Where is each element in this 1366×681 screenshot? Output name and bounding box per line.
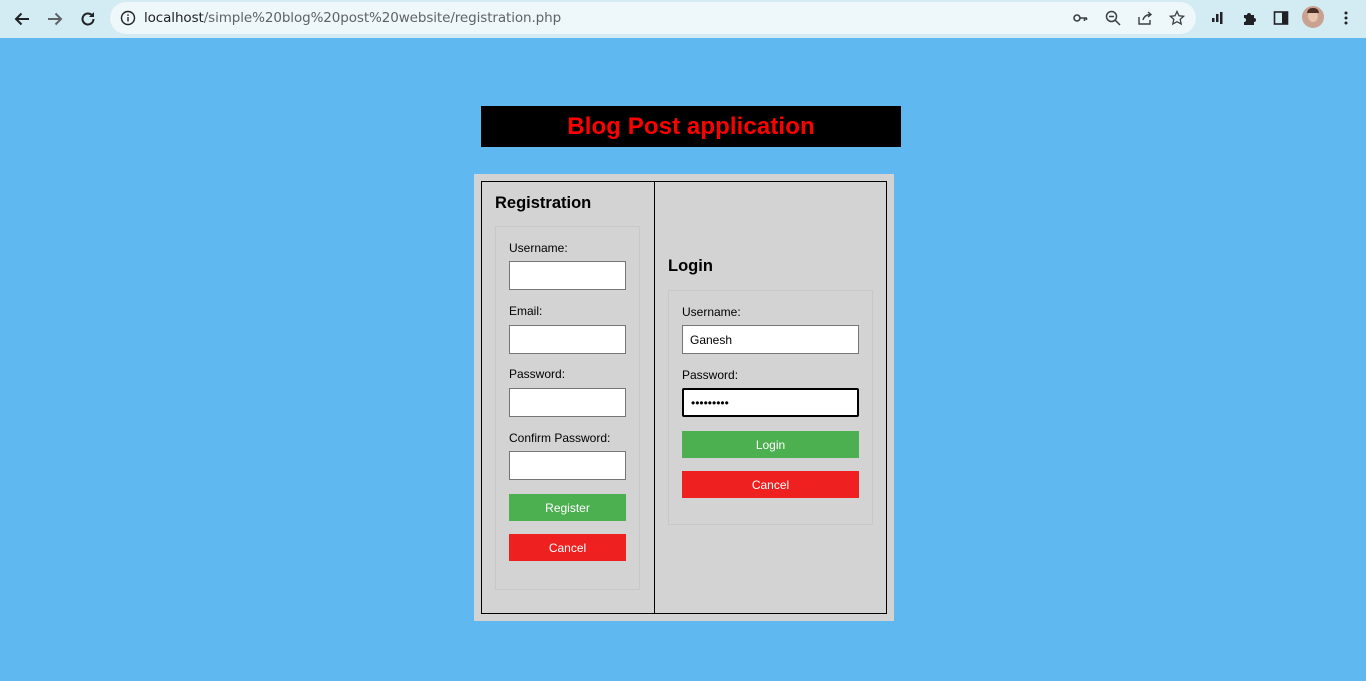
page-banner: Blog Post application <box>481 106 901 147</box>
login-password-label: Password: <box>682 368 739 382</box>
profile-avatar[interactable] <box>1302 6 1324 28</box>
page-title: Blog Post application <box>567 112 815 140</box>
extensions-puzzle-icon[interactable] <box>1238 7 1260 29</box>
reg-username-label: Username: <box>509 241 568 255</box>
column-divider <box>654 182 655 613</box>
side-panel-icon[interactable] <box>1270 7 1292 29</box>
url-text[interactable]: localhost/simple%20blog%20post%20website… <box>144 10 561 26</box>
reg-email-label: Email: <box>509 304 543 318</box>
reg-username-input[interactable] <box>509 261 626 290</box>
share-icon[interactable] <box>1136 9 1154 27</box>
key-icon[interactable] <box>1071 9 1089 27</box>
login-form: Username: Password: Login Cancel <box>668 290 873 525</box>
reg-password-input[interactable] <box>509 388 626 417</box>
url-host: localhost <box>144 10 204 26</box>
analytics-extension-icon[interactable] <box>1206 7 1228 29</box>
reg-password-label: Password: <box>509 367 566 381</box>
forms-container: Registration Username: Email: Password: … <box>474 174 894 621</box>
address-bar[interactable]: localhost/simple%20blog%20post%20website… <box>110 2 1196 34</box>
reg-email-input[interactable] <box>509 325 626 354</box>
login-username-input[interactable] <box>682 325 859 354</box>
login-button[interactable]: Login <box>682 431 859 458</box>
registration-heading: Registration <box>495 194 592 212</box>
more-menu-icon[interactable] <box>1335 7 1357 29</box>
registration-form: Username: Email: Password: Confirm Passw… <box>495 226 640 590</box>
url-path: /simple%20blog%20post%20website/registra… <box>203 10 562 26</box>
bookmark-star-icon[interactable] <box>1168 9 1186 27</box>
forward-arrow-icon[interactable] <box>43 7 67 31</box>
reload-icon[interactable] <box>76 7 100 31</box>
back-arrow-icon[interactable] <box>10 7 34 31</box>
forms-table: Registration Username: Email: Password: … <box>481 181 887 614</box>
login-cancel-button[interactable]: Cancel <box>682 471 859 498</box>
reg-confirm-password-input[interactable] <box>509 451 626 480</box>
reg-confirm-password-label: Confirm Password: <box>509 431 611 445</box>
zoom-icon[interactable] <box>1104 9 1122 27</box>
reg-cancel-button[interactable]: Cancel <box>509 534 626 561</box>
browser-toolbar: localhost/simple%20blog%20post%20website… <box>0 0 1366 38</box>
site-info-icon[interactable] <box>120 10 136 26</box>
login-username-label: Username: <box>682 305 741 319</box>
register-button[interactable]: Register <box>509 494 626 521</box>
login-password-input[interactable] <box>682 388 859 417</box>
login-heading: Login <box>668 257 713 275</box>
